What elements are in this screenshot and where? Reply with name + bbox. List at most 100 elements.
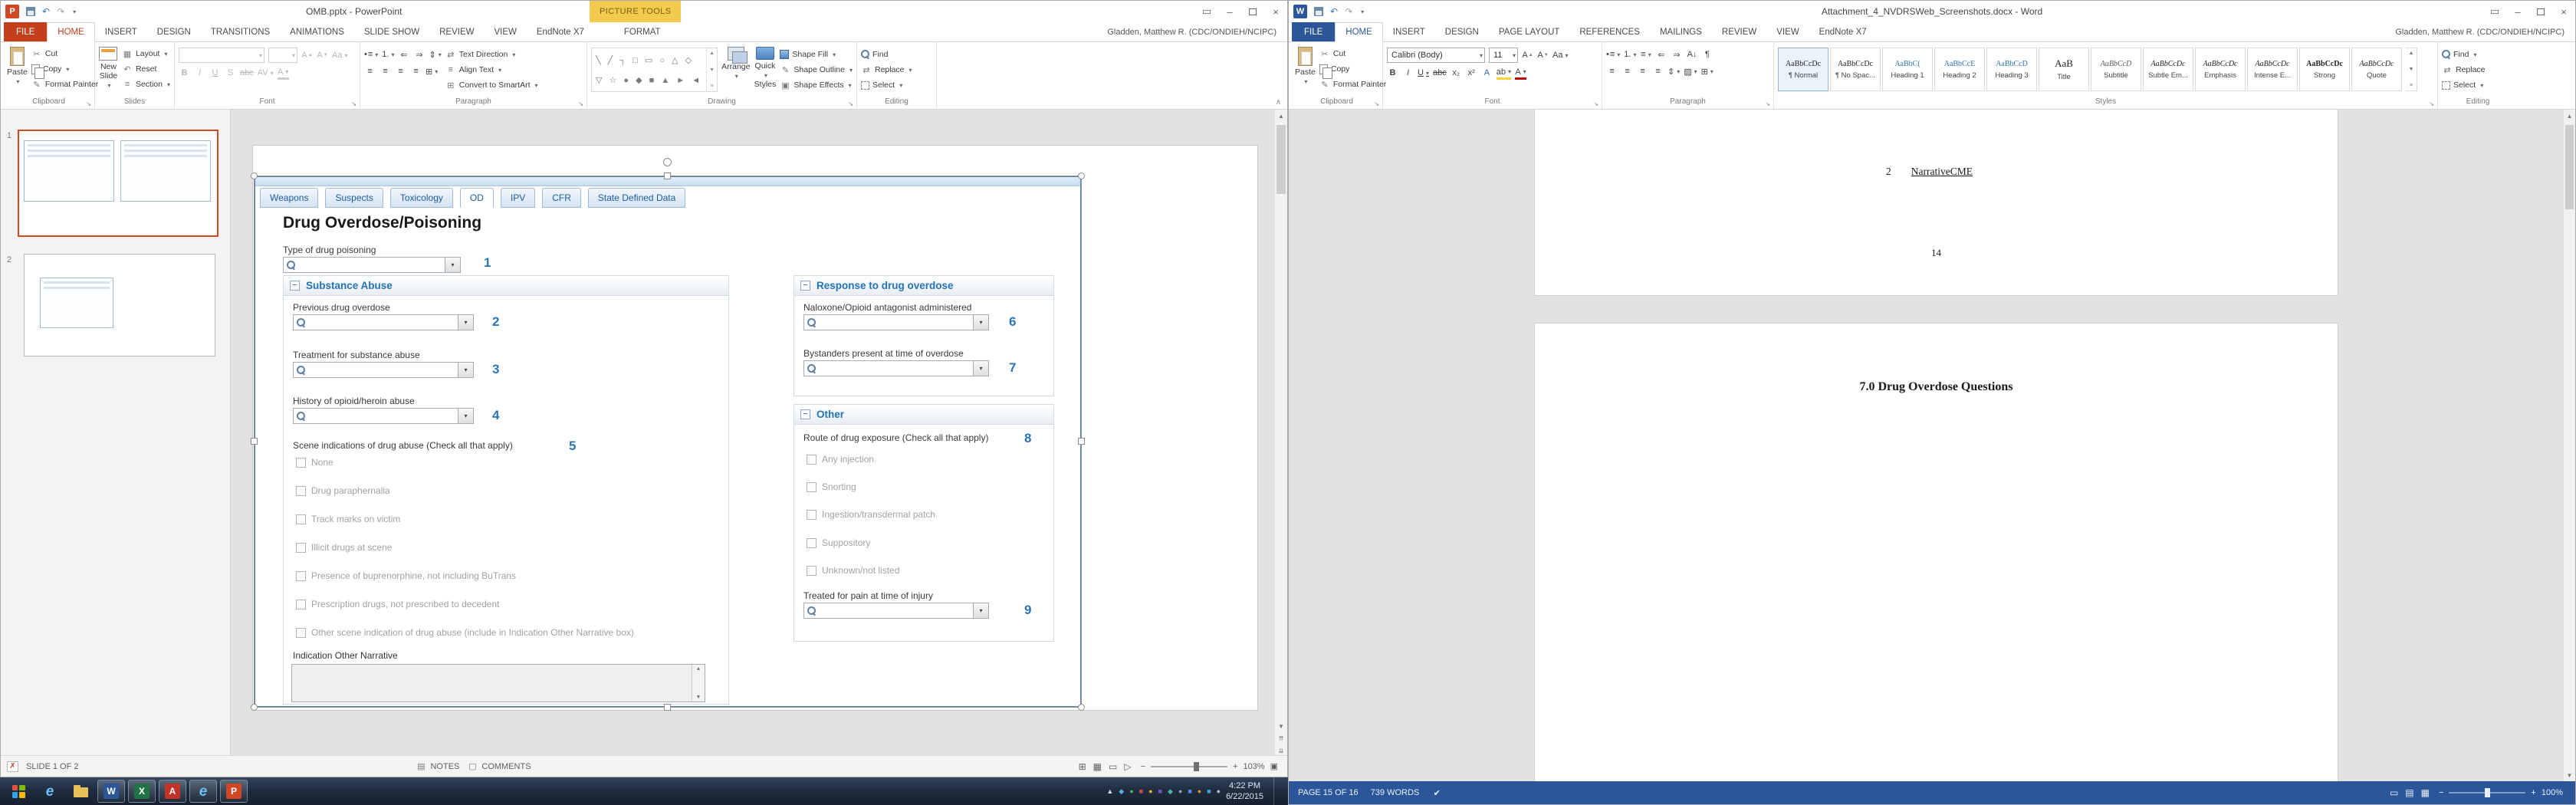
text-effects-icon[interactable]: A <box>1481 66 1493 80</box>
minimize-button[interactable]: – <box>2506 1 2529 22</box>
character-spacing-icon[interactable]: AV▾ <box>258 66 274 80</box>
style-heading-2[interactable]: AaBbCcEHeading 2 <box>1934 48 1985 91</box>
format-painter-button[interactable]: ✎Format Painter <box>1319 77 1386 91</box>
zoom-in-button[interactable]: + <box>2531 788 2535 797</box>
ribbon-display-options-button[interactable]: ▭ <box>1195 1 1218 22</box>
resize-handle-top[interactable] <box>664 172 671 179</box>
tray-icon[interactable]: ◆ <box>1168 788 1173 795</box>
style-quote[interactable]: AaBbCcDcQuote <box>2351 48 2402 91</box>
taskbar-internet-explorer-window[interactable]: e <box>189 780 217 803</box>
combo-dropdown-button[interactable]: ▾ <box>458 409 473 423</box>
collapse-section-icon[interactable]: − <box>800 409 810 419</box>
shrink-font-icon[interactable]: A▼ <box>1537 48 1549 62</box>
slide-canvas[interactable]: Weapons Suspects Toxicology OD IPV CFR S… <box>252 145 1258 711</box>
tray-icon[interactable]: ◆ <box>1119 788 1124 795</box>
styles-dialog-launcher[interactable]: ↘ <box>2429 101 2434 107</box>
print-layout-button[interactable]: ▤ <box>2405 787 2413 798</box>
change-case-icon[interactable]: Aa▾ <box>332 48 347 62</box>
form-tab-ipv[interactable]: IPV <box>501 188 535 208</box>
checkbox-none[interactable]: None <box>296 457 334 468</box>
font-color-icon[interactable]: A▾ <box>278 66 289 80</box>
taskbar-file-explorer[interactable] <box>67 780 94 803</box>
ppt-tab-review[interactable]: REVIEW <box>429 22 484 41</box>
combo-dropdown-button[interactable]: ▾ <box>445 258 460 272</box>
combo-dropdown-button[interactable]: ▾ <box>458 315 473 330</box>
web-layout-button[interactable]: ▦ <box>2421 787 2430 798</box>
paste-button[interactable]: Paste ▾ <box>1295 44 1316 92</box>
superscript-icon[interactable]: x² <box>1466 66 1477 80</box>
tray-icon[interactable]: ■ <box>1207 788 1211 795</box>
scrollbar-thumb[interactable] <box>1276 125 1286 194</box>
notes-button[interactable]: ▤NOTES <box>416 761 459 771</box>
highlight-color-icon[interactable]: ab▾ <box>1497 66 1511 80</box>
word-tab-page-layout[interactable]: PAGE LAYOUT <box>1489 22 1569 41</box>
shading-icon[interactable]: ▨▾ <box>1684 64 1697 78</box>
subscript-icon[interactable]: x₂ <box>1451 66 1462 80</box>
ppt-tab-home[interactable]: HOME <box>47 22 95 42</box>
columns-icon[interactable]: ⊞▾ <box>426 64 438 78</box>
word-tab-insert[interactable]: INSERT <box>1383 22 1435 41</box>
resize-handle-bottom-right[interactable] <box>1078 704 1085 711</box>
form-tab-toxicology[interactable]: Toxicology <box>390 188 453 208</box>
previous-slide-button[interactable]: ⇈ <box>1275 732 1287 744</box>
numbering-icon[interactable]: 1.▾ <box>1624 48 1636 61</box>
start-button[interactable] <box>2 777 34 805</box>
form-tab-weapons[interactable]: Weapons <box>260 188 318 208</box>
checkbox-icon[interactable] <box>807 455 816 465</box>
checkbox-icon[interactable] <box>296 543 306 553</box>
drawing-dialog-launcher[interactable]: ↘ <box>848 101 853 107</box>
style-strong[interactable]: AaBbCcDcStrong <box>2299 48 2350 91</box>
close-button[interactable]: × <box>1264 1 1287 22</box>
replace-button[interactable]: ⇄Replace ▾ <box>861 63 912 77</box>
ppt-tab-design[interactable]: DESIGN <box>147 22 201 41</box>
word-scrollbar[interactable]: ▲ ▼ <box>2563 110 2575 781</box>
checkbox-unknown[interactable]: Unknown/not listed <box>807 565 899 576</box>
checkbox-icon[interactable] <box>296 628 306 638</box>
select-button[interactable]: Select ▾ <box>2442 78 2486 92</box>
tray-icon[interactable]: ■ <box>1139 788 1143 795</box>
reading-view-button[interactable]: ▭ <box>1109 761 1117 772</box>
copy-button[interactable]: Copy <box>1319 62 1386 76</box>
tray-icon[interactable]: ■ <box>1188 788 1191 795</box>
scroll-down-icon[interactable]: ▼ <box>2564 769 2575 781</box>
maximize-button[interactable] <box>2529 1 2552 22</box>
read-mode-button[interactable]: ▭ <box>2390 787 2398 798</box>
font-size-combo[interactable]: 11▾ <box>1489 48 1518 63</box>
justify-icon[interactable]: ≡ <box>1652 64 1664 78</box>
decrease-indent-icon[interactable]: ⇐ <box>399 48 410 61</box>
checkbox-icon[interactable] <box>807 482 816 492</box>
checkbox-snorting[interactable]: Snorting <box>807 481 856 492</box>
combo-dropdown-button[interactable]: ▾ <box>973 603 988 618</box>
zoom-out-button[interactable]: − <box>2439 788 2443 797</box>
paste-button[interactable]: Paste ▾ <box>7 44 28 92</box>
underline-icon[interactable]: U▾ <box>1418 66 1429 80</box>
shape-effects-button[interactable]: ▣Shape Effects ▾ <box>780 78 853 92</box>
ppt-tab-endnote[interactable]: EndNote X7 <box>527 22 594 41</box>
taskbar-excel[interactable]: X <box>128 780 156 803</box>
tray-icon[interactable]: ▲ <box>1106 788 1113 795</box>
checkbox-track-marks[interactable]: Track marks on victim <box>296 514 400 524</box>
text-shadow-icon[interactable]: S <box>225 66 236 80</box>
collapse-ribbon-icon[interactable]: ∧ <box>1276 98 1281 107</box>
word-tab-view[interactable]: VIEW <box>1766 22 1809 41</box>
type-of-drug-poisoning-combo[interactable]: ▾ <box>283 257 461 273</box>
reset-button[interactable]: ↶Reset <box>122 62 170 76</box>
substance-abuse-header[interactable]: − Substance Abuse <box>284 276 728 296</box>
zoom-in-button[interactable]: + <box>1233 762 1237 771</box>
select-button[interactable]: Select ▾ <box>861 78 912 92</box>
zoom-slider[interactable] <box>2449 792 2525 794</box>
font-size-combo[interactable]: ▾ <box>268 48 297 63</box>
undo-icon[interactable]: ↶ <box>1330 6 1338 17</box>
underline-icon[interactable]: U <box>209 66 221 80</box>
ppt-tab-format[interactable]: FORMAT <box>614 22 671 41</box>
word-count[interactable]: 739 WORDS <box>1371 788 1420 797</box>
font-dialog-launcher[interactable]: ↘ <box>1593 101 1598 107</box>
bold-icon[interactable]: B <box>1387 66 1398 80</box>
align-center-icon[interactable]: ≡ <box>1622 64 1633 78</box>
word-tab-references[interactable]: REFERENCES <box>1569 22 1650 41</box>
text-direction-button[interactable]: ⇄Text Direction ▾ <box>445 48 538 61</box>
checkbox-icon[interactable] <box>296 600 306 610</box>
align-text-button[interactable]: ≡Align Text ▾ <box>445 63 538 77</box>
arrange-button[interactable]: Arrange ▾ <box>721 44 750 92</box>
font-name-combo[interactable]: ▾ <box>179 48 264 63</box>
